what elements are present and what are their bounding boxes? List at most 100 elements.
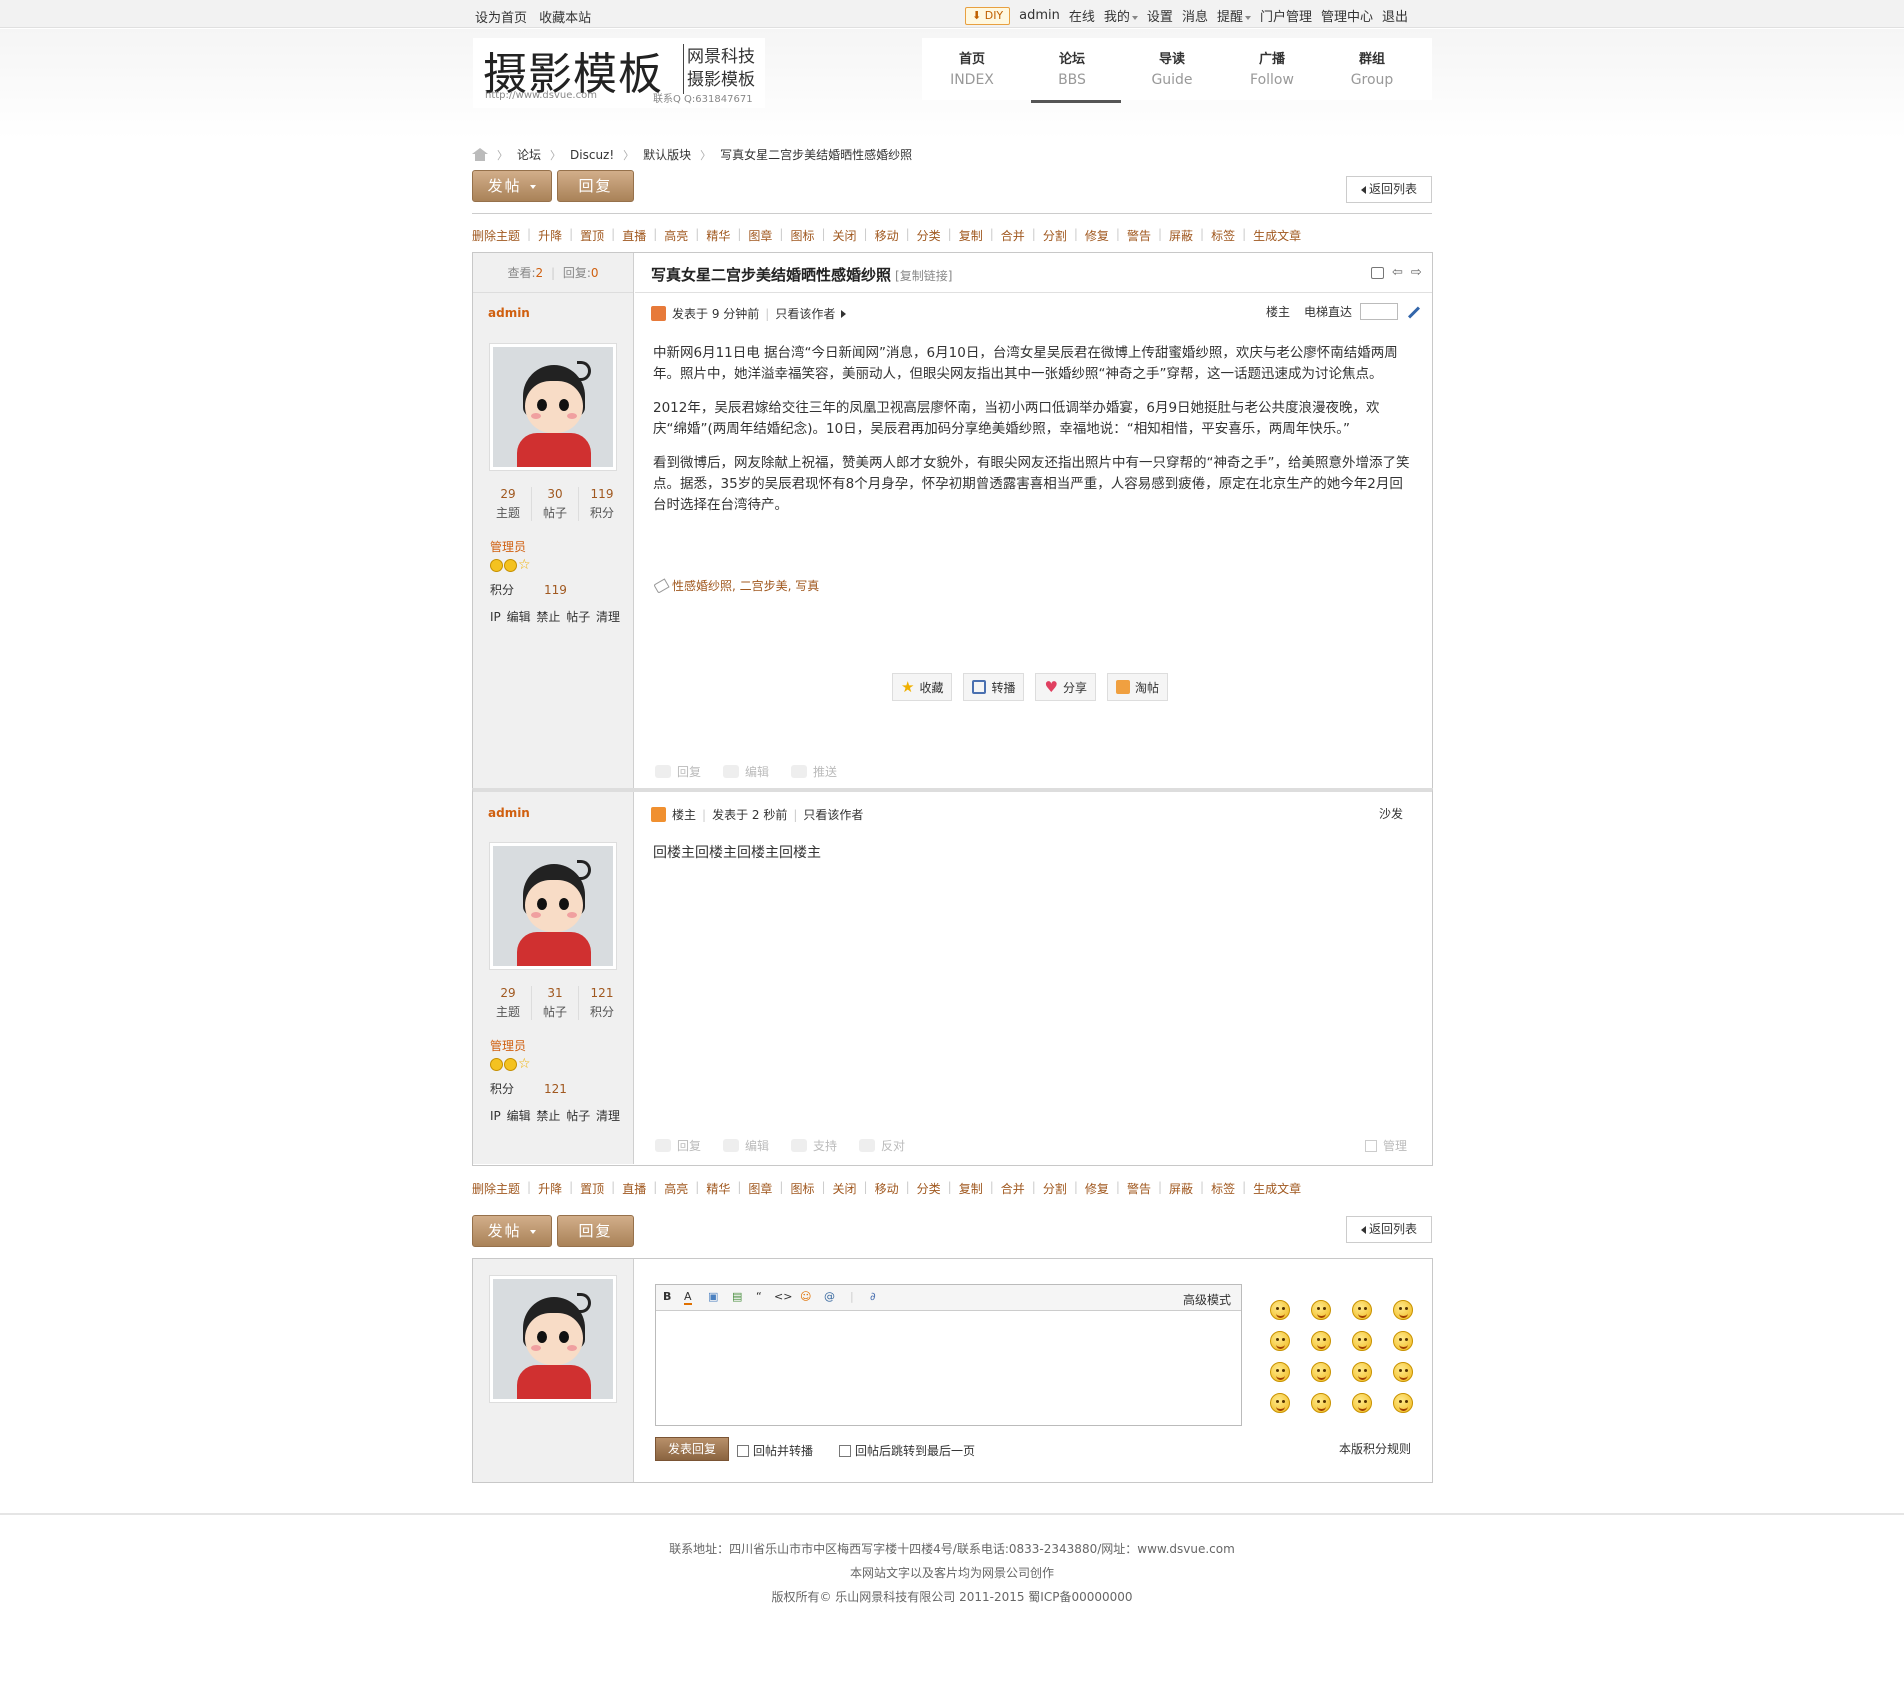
mod-action-link[interactable]: 分类 [917,227,941,244]
bookmark-link[interactable]: 收藏本站 [539,11,591,26]
smiley-icon[interactable] [1270,1393,1290,1413]
font-color-button[interactable]: A [684,1290,692,1305]
mod-action-link[interactable]: 生成文章 [1253,1180,1301,1197]
smiley-icon[interactable] [1270,1331,1290,1351]
my-menu[interactable]: 我的 [1104,6,1138,25]
mod-action-link[interactable]: 关闭 [833,227,857,244]
messages-link[interactable]: 消息 [1182,6,1208,25]
floor-number[interactable]: 沙发 [1379,805,1403,822]
logout-link[interactable]: 退出 [1382,6,1408,25]
mod-action-link[interactable]: 标签 [1211,227,1235,244]
smiley-icon[interactable] [1393,1300,1413,1320]
go-icon[interactable] [1406,305,1420,319]
mod-action-link[interactable]: 警告 [1127,1180,1151,1197]
share-button[interactable]: ♥ 分享 [1035,673,1096,701]
stat-threads[interactable]: 29 主题 [485,487,531,521]
site-logo[interactable]: 摄影模板 网景科技 摄影模板 http://www.dsvue.com 联系Q … [473,38,765,108]
mod-action-link[interactable]: 删除主题 [472,227,520,244]
mod-action-link[interactable]: 精华 [706,227,730,244]
credit-rules-link[interactable]: 本版积分规则 [1339,1440,1411,1457]
avatar[interactable] [489,842,617,970]
smiley-icon[interactable] [1270,1300,1290,1320]
mod-action-link[interactable]: 修复 [1085,227,1109,244]
mod-action-link[interactable]: 置顶 [580,227,604,244]
nav-item-follow[interactable]: 广播 Follow [1222,38,1322,100]
stat-threads[interactable]: 29 主题 [485,986,531,1020]
portal-admin-link[interactable]: 门户管理 [1260,6,1312,25]
smiley-icon[interactable] [1352,1362,1372,1382]
reply-button[interactable]: 回复 [557,170,634,202]
mod-action-link[interactable]: 修复 [1085,1180,1109,1197]
smiley-icon[interactable] [1311,1300,1331,1320]
author-name[interactable]: admin [488,806,530,820]
new-post-button[interactable]: 发帖 [472,1215,552,1247]
mod-action-link[interactable]: 精华 [706,1180,730,1197]
edit-action[interactable]: 编辑 [723,1137,769,1154]
mod-action-link[interactable]: 分类 [917,1180,941,1197]
mod-action-link[interactable]: 关闭 [833,1180,857,1197]
set-homepage-link[interactable]: 设为首页 [475,11,527,26]
stat-credits[interactable]: 121 积分 [578,986,625,1020]
back-to-list-button[interactable]: 返回列表 [1346,1216,1432,1243]
forward-checkbox[interactable]: 回帖并转播 [737,1442,813,1459]
back-to-list-button[interactable]: 返回列表 [1346,176,1432,203]
nav-item-index[interactable]: 首页 INDEX [922,38,1022,100]
mod-action-link[interactable]: 移动 [875,1180,899,1197]
smiley-icon[interactable] [1270,1362,1290,1382]
mod-action-link[interactable]: 屏蔽 [1169,227,1193,244]
mod-action-link[interactable]: 直播 [622,1180,646,1197]
reply-textarea[interactable] [656,1311,1241,1425]
mod-action-link[interactable]: 生成文章 [1253,227,1301,244]
tags-list[interactable]: 性感婚纱照, 二宫步美, 写真 [672,577,819,594]
mod-action-link[interactable]: 移动 [875,227,899,244]
smiley-icon[interactable] [1352,1331,1372,1351]
forward-button[interactable]: 转播 [963,673,1025,701]
mod-action-link[interactable]: 升降 [538,227,562,244]
mod-action-link[interactable]: 图章 [748,1180,772,1197]
prev-thread-icon[interactable]: ⇦ [1392,266,1403,279]
admin-center-link[interactable]: 管理中心 [1321,6,1373,25]
mod-action-link[interactable]: 标签 [1211,1180,1235,1197]
favorite-button[interactable]: ★ 收藏 [892,673,953,701]
smiley-icon[interactable] [1352,1393,1372,1413]
floor-input[interactable] [1360,303,1399,320]
jump-last-checkbox[interactable]: 回帖后跳转到最后一页 [839,1442,975,1459]
nav-item-guide[interactable]: 导读 Guide [1122,38,1222,100]
online-link[interactable]: 在线 [1069,6,1095,25]
stat-posts[interactable]: 30 帖子 [531,487,578,521]
code-button[interactable]: <> [774,1290,792,1303]
smiley-button[interactable]: ☺ [800,1290,811,1303]
author-name[interactable]: admin [488,306,530,320]
avatar[interactable] [489,1275,617,1403]
mod-action-link[interactable]: 合并 [1001,227,1025,244]
only-author-link[interactable]: 只看该作者 [775,305,847,322]
mod-action-link[interactable]: 警告 [1127,227,1151,244]
link-button[interactable]: ▤ [732,1290,742,1303]
smiley-icon[interactable] [1393,1362,1413,1382]
only-author-link[interactable]: 只看该作者 [803,806,863,823]
manage-checkbox[interactable]: 管理 [1365,1137,1407,1154]
admin-links[interactable]: IP 编辑 禁止 帖子 清理 [490,608,620,625]
home-icon[interactable] [472,148,488,161]
print-icon[interactable] [1371,267,1384,279]
mod-action-link[interactable]: 分割 [1043,1180,1067,1197]
admin-links[interactable]: IP 编辑 禁止 帖子 清理 [490,1107,620,1124]
mod-action-link[interactable]: 删除主题 [472,1180,520,1197]
nav-item-bbs[interactable]: 论坛 BBS [1022,38,1122,103]
smiley-icon[interactable] [1311,1362,1331,1382]
push-action[interactable]: 推送 [791,763,837,780]
breadcrumb-item[interactable]: 默认版块 [643,146,691,163]
smiley-icon[interactable] [1352,1300,1372,1320]
reply-action[interactable]: 回复 [655,1137,701,1154]
mod-action-link[interactable]: 图标 [790,1180,814,1197]
user-role[interactable]: 管理员 [490,538,526,555]
next-thread-icon[interactable]: ⇨ [1411,266,1422,279]
mod-action-link[interactable]: 高亮 [664,1180,688,1197]
quote-button[interactable]: “ [756,1290,762,1303]
advanced-mode-link[interactable]: 高级模式 [1183,1291,1231,1308]
stat-credits[interactable]: 119 积分 [578,487,625,521]
new-post-button[interactable]: 发帖 [472,170,552,202]
diy-button[interactable]: ⬇ DIY [965,6,1011,25]
settings-link[interactable]: 设置 [1147,6,1173,25]
copy-link[interactable]: [复制链接] [895,269,952,283]
